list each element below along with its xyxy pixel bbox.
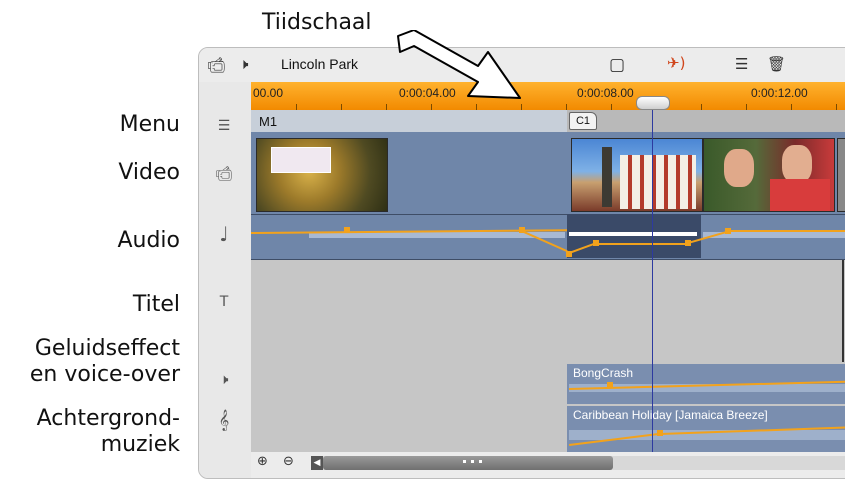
video-clip-city[interactable] — [571, 138, 703, 212]
volume-line[interactable] — [596, 243, 686, 245]
timescale-pointer-arrow — [397, 30, 521, 99]
audio-waveform-selected — [569, 232, 697, 236]
track-icon-column: ☰ 📹︎ ♩ T 🕨 𝄞 — [199, 82, 249, 478]
shirt-shape — [770, 179, 830, 211]
chapter-marker[interactable]: C1 — [569, 112, 597, 130]
chapter-region — [567, 110, 845, 132]
video-annotation: Video — [118, 160, 180, 185]
title-annotation: Titel — [132, 292, 180, 317]
photo-overlay — [271, 147, 331, 173]
menu-annotation: Menu — [119, 112, 180, 137]
scrollbar-grip — [479, 460, 482, 463]
speaker-icon[interactable]: 🕨 — [239, 55, 248, 73]
trash-icon[interactable]: 🗑︎ — [767, 55, 786, 73]
ruler-tick: 0:00:12.00 — [751, 86, 808, 100]
face-shape — [724, 149, 754, 187]
title-clip-edge — [842, 260, 844, 362]
camcorder-icon[interactable]: 📹︎ — [207, 56, 226, 74]
ruler-tick: 0:00:08.00 — [577, 86, 634, 100]
music-annotation-line1: Achtergrond- — [36, 406, 180, 431]
video-clip-people[interactable] — [703, 138, 835, 212]
scrollbar-grip — [471, 460, 474, 463]
scroll-left-button[interactable]: ◀ — [311, 456, 323, 470]
timescale-annotation: Tiidschaal — [262, 10, 372, 35]
ruler-tick: 00.00 — [253, 86, 284, 100]
face-shape — [782, 145, 812, 183]
marker-icon[interactable]: ▢ — [609, 55, 625, 75]
menu-marker-label[interactable]: M1 — [259, 114, 277, 129]
sfx-track-icon[interactable]: 🕨 — [209, 368, 239, 392]
split-icon[interactable]: ☰ — [735, 55, 748, 73]
music-clip-name: Caribbean Holiday [Jamaica Breeze] — [573, 408, 768, 422]
playhead-line[interactable] — [652, 108, 653, 464]
mute-audio-icon[interactable]: ✈︎) — [667, 54, 685, 72]
audio-track-icon[interactable]: ♩ — [209, 222, 239, 246]
playhead-handle[interactable] — [636, 96, 670, 110]
audio-clip-selected[interactable] — [567, 214, 701, 258]
title-track[interactable] — [251, 260, 845, 362]
sfx-clip-name: BongCrash — [573, 366, 634, 380]
building-shape — [620, 155, 696, 209]
scrollbar-grip — [463, 460, 466, 463]
menu-track-icon[interactable]: ☰ — [209, 114, 239, 138]
project-title: Lincoln Park — [281, 56, 359, 72]
music-annotation-line2: muziek — [100, 432, 180, 457]
zoom-out-icon[interactable]: ⊖ — [283, 454, 294, 469]
music-track-icon[interactable]: 𝄞 — [209, 408, 239, 432]
statue-shape — [602, 147, 612, 207]
video-clip-partial[interactable] — [837, 138, 845, 212]
video-track-icon[interactable]: 📹︎ — [209, 162, 239, 186]
audio-annotation: Audio — [117, 228, 180, 253]
timescale-ruler[interactable]: 00.00 0:00:04.00 0:00:08.00 0:00:12.00 — [251, 82, 845, 110]
sfx-annotation-line2: en voice-over — [29, 362, 180, 387]
volume-keyframe[interactable] — [344, 227, 350, 233]
zoom-in-icon[interactable]: ⊕ — [257, 454, 268, 469]
title-track-icon[interactable]: T — [209, 290, 239, 314]
sfx-annotation-line1: Geluidseffect — [34, 336, 180, 361]
volume-line[interactable] — [728, 230, 845, 232]
volume-keyframe[interactable] — [607, 382, 613, 388]
video-clip-autumn[interactable] — [256, 138, 388, 212]
scrollbar-thumb[interactable] — [323, 456, 613, 470]
timeline-panel: 📹︎ 🕨 Lincoln Park ▢ ✈︎) ☰ 🗑︎ ☰ 📹︎ ♩ T 🕨 … — [198, 47, 845, 479]
